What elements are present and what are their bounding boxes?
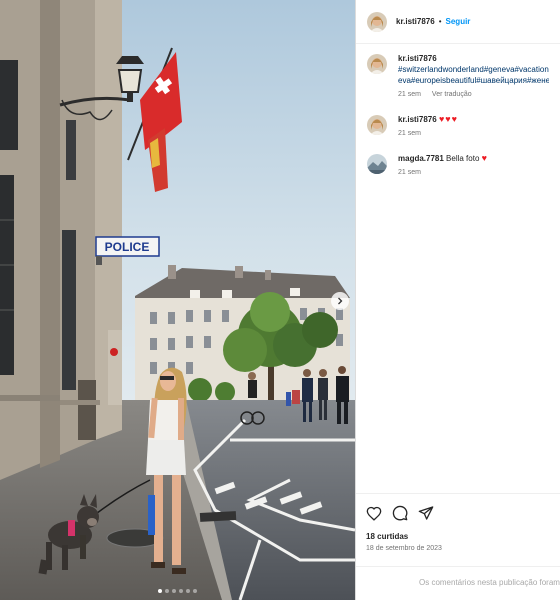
like-button[interactable] — [366, 506, 382, 521]
post-photo: POLICE — [0, 0, 355, 600]
hashtag-line[interactable]: #switzerlandwonderland#geneva#vacation — [398, 64, 549, 75]
comments-limited-notice: Os comentários nesta publicação foram li… — [356, 566, 560, 587]
carousel-dot — [172, 589, 176, 593]
comment-button[interactable] — [392, 505, 408, 521]
comment-time[interactable]: 21 sem — [398, 91, 421, 98]
street-scene-image: POLICE — [0, 0, 355, 600]
hashtag-line[interactable]: eva#europeisbeautiful#шавейцария#жене — [398, 75, 549, 86]
carousel-dot — [165, 589, 169, 593]
comment-time[interactable]: 21 sem — [398, 130, 421, 137]
post-actions: 18 curtidas 18 de setembro de 2023 — [356, 493, 560, 552]
post-date: 18 de setembro de 2023 — [366, 545, 442, 552]
comment-time[interactable]: 21 sem — [398, 169, 421, 176]
heart-emoji-text: ♥♥♥ — [438, 114, 458, 124]
comment-item: kr.isti7876 ♥♥♥ 21 sem — [367, 114, 549, 139]
carousel-indicator — [0, 589, 355, 593]
comment-avatar[interactable] — [367, 154, 387, 174]
comment-text: Bella foto — [446, 154, 480, 163]
share-button[interactable] — [418, 505, 434, 521]
comment-username[interactable]: kr.isti7876 — [398, 53, 549, 64]
post-side-panel: kr.isti7876 • Seguir kr.isti7876 #switze… — [355, 0, 560, 600]
carousel-dot — [179, 589, 183, 593]
comment-bubble-icon — [392, 505, 408, 521]
woman-avatar-icon — [367, 11, 387, 32]
woman-avatar-icon — [367, 115, 387, 135]
paper-plane-icon — [418, 506, 434, 520]
comments-list: kr.isti7876 #switzerlandwonderland#genev… — [356, 44, 560, 178]
carousel-dot — [193, 589, 197, 593]
separator-dot: • — [438, 17, 442, 26]
post-header: kr.isti7876 • Seguir — [356, 0, 560, 44]
comment-username[interactable]: magda.7781 — [398, 154, 444, 163]
caption-comment: kr.isti7876 #switzerlandwonderland#genev… — [367, 53, 549, 100]
landscape-avatar-icon — [367, 154, 387, 174]
translate-link[interactable]: Ver tradução — [432, 91, 472, 98]
police-sign-text: POLICE — [105, 240, 150, 254]
follow-button[interactable]: Seguir — [446, 17, 471, 26]
likes-count[interactable]: 18 curtidas — [366, 532, 550, 541]
chevron-right-icon — [338, 297, 343, 305]
comment-avatar[interactable] — [367, 115, 387, 135]
carousel-dot — [186, 589, 190, 593]
caption-avatar[interactable] — [367, 54, 387, 74]
carousel-dot — [158, 589, 162, 593]
author-avatar[interactable] — [367, 11, 387, 32]
heart-emoji-text: ♥ — [481, 153, 488, 163]
next-slide-button[interactable] — [331, 292, 349, 310]
author-username[interactable]: kr.isti7876 — [396, 17, 435, 26]
woman-avatar-icon — [367, 54, 387, 74]
comment-item: magda.7781 Bella foto ♥ 21 sem — [367, 153, 549, 178]
comment-username[interactable]: kr.isti7876 — [398, 115, 437, 124]
heart-outline-icon — [366, 506, 382, 521]
